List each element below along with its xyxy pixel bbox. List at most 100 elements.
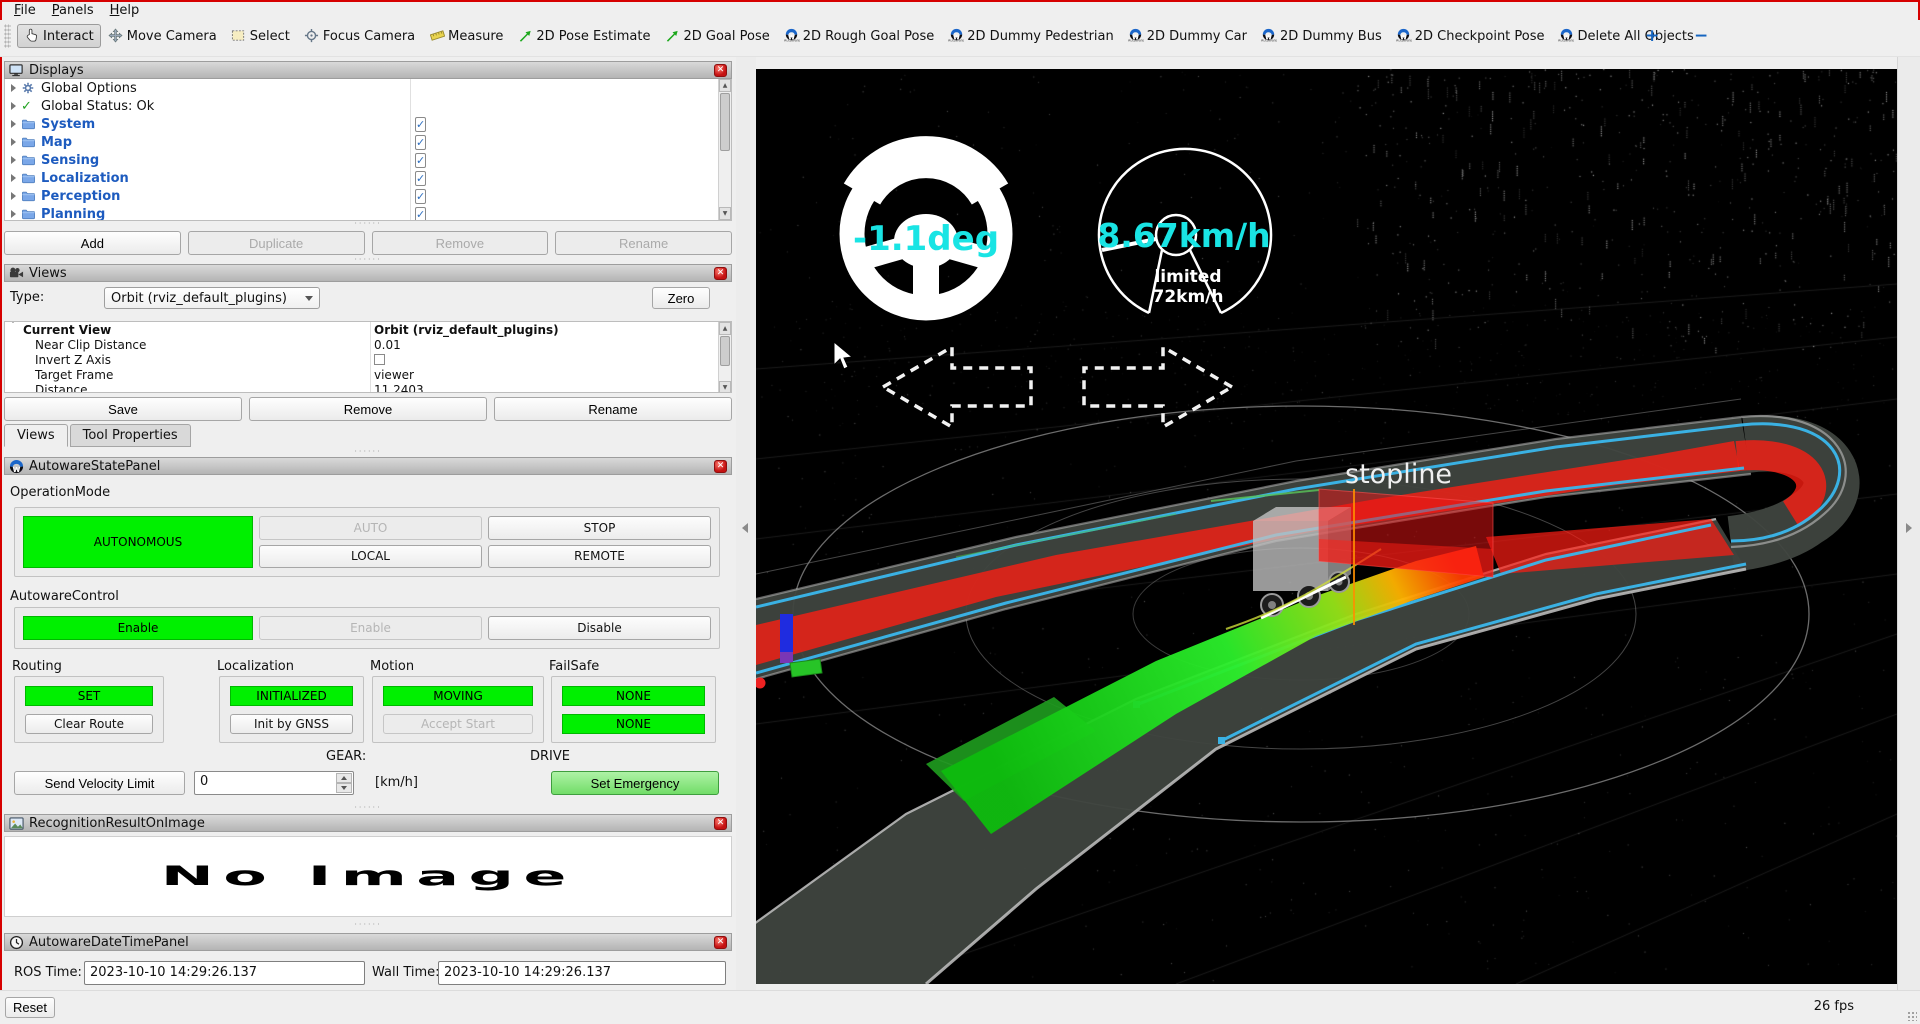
expander-icon[interactable] [5, 138, 21, 146]
zero-button[interactable]: Zero [652, 287, 710, 309]
expander-icon[interactable] [5, 174, 21, 182]
send-velocity-limit-button[interactable]: Send Velocity Limit [14, 771, 185, 795]
spin-up-icon[interactable] [336, 773, 352, 783]
tool-2d-dummy-pedestrian[interactable]: WAutoware2D Dummy Pedestrian [941, 24, 1120, 48]
tab-views[interactable]: Views [4, 424, 68, 447]
reset-button[interactable]: Reset [5, 997, 55, 1018]
expander-icon[interactable] [5, 120, 21, 128]
accept-start-button[interactable]: Accept Start [383, 714, 533, 734]
menu-item-file[interactable]: File [6, 2, 44, 19]
tool-move-camera[interactable]: Move Camera [101, 24, 224, 48]
enable-button[interactable]: Enable [259, 616, 482, 640]
close-icon[interactable]: ✕ [714, 936, 727, 949]
enable-button[interactable]: Enable [23, 616, 253, 640]
ros-time-field[interactable]: 2023-10-10 14:29:26.137 [84, 961, 365, 985]
tree-row-map[interactable]: Map✓ [5, 133, 731, 151]
scrollbar-thumb[interactable] [720, 336, 730, 366]
add-button[interactable]: Add [4, 231, 181, 255]
tool-interact[interactable]: Interact [17, 24, 101, 48]
expander-icon[interactable] [5, 156, 21, 164]
autonomous-button[interactable]: AUTONOMOUS [23, 516, 253, 568]
clear-route-button[interactable]: Clear Route [25, 714, 153, 734]
tool-delete-all-objects[interactable]: WAutowareDelete All Objects [1552, 24, 1701, 48]
rename-button[interactable]: Rename [555, 231, 732, 255]
expander-icon[interactable] [5, 84, 21, 92]
init-by-gnss-button[interactable]: Init by GNSS [230, 714, 353, 734]
set-emergency-button[interactable]: Set Emergency [551, 771, 719, 795]
display-checkbox[interactable]: ✓ [415, 153, 426, 168]
collapse-left-icon[interactable] [742, 523, 748, 533]
tool-2d-pose-estimate[interactable]: 2D Pose Estimate [510, 24, 657, 48]
splitter-handle[interactable] [4, 450, 732, 456]
display-checkbox[interactable]: ✓ [415, 135, 426, 150]
tree-row-perception[interactable]: Perception✓ [5, 187, 731, 205]
state-panel-titlebar[interactable]: W AutowareStatePanel ✕ [4, 457, 732, 475]
tool-2d-checkpoint-pose[interactable]: WAutoware2D Checkpoint Pose [1389, 24, 1552, 48]
remove-tool-button[interactable]: − [1694, 26, 1708, 46]
wall-time-field[interactable]: 2023-10-10 14:29:26.137 [438, 961, 726, 985]
tool-2d-goal-pose[interactable]: 2D Goal Pose [657, 24, 776, 48]
scroll-up-icon[interactable]: ▲ [719, 322, 731, 335]
display-checkbox[interactable]: ✓ [415, 117, 426, 132]
tool-2d-rough-goal-pose[interactable]: WAutoware2D Rough Goal Pose [777, 24, 942, 48]
datetime-panel-titlebar[interactable]: AutowareDateTimePanel ✕ [4, 933, 732, 951]
displays-scrollbar[interactable]: ▲ ▼ [718, 79, 731, 220]
remove-view-button[interactable]: Remove [249, 397, 487, 421]
recognition-panel-titlebar[interactable]: RecognitionResultOnImage ✕ [4, 814, 732, 832]
scroll-down-icon[interactable]: ▼ [719, 207, 731, 220]
tool-focus-camera[interactable]: Focus Camera [297, 24, 422, 48]
expander-icon[interactable] [5, 210, 21, 218]
add-tool-button[interactable]: + [1645, 26, 1659, 46]
property-row-distance[interactable]: Distance11.2403 [5, 382, 731, 393]
splitter-handle[interactable] [4, 923, 732, 929]
resize-grip[interactable] [1907, 1011, 1917, 1021]
spin-down-icon[interactable] [336, 783, 352, 793]
displays-panel-titlebar[interactable]: Displays ✕ [4, 61, 732, 79]
tool-2d-dummy-bus[interactable]: WAutoware2D Dummy Bus [1254, 24, 1389, 48]
velocity-spinbox[interactable]: 0 [194, 771, 354, 795]
menu-item-help[interactable]: Help [102, 2, 148, 19]
scroll-down-icon[interactable]: ▼ [719, 381, 731, 393]
tree-row-localization[interactable]: Localization✓ [5, 169, 731, 187]
display-checkbox[interactable]: ✓ [415, 189, 426, 204]
auto-button[interactable]: AUTO [259, 516, 482, 540]
view-type-dropdown[interactable]: Orbit (rviz_default_plugins) [104, 287, 320, 309]
tab-tool-properties[interactable]: Tool Properties [70, 424, 191, 447]
close-icon[interactable]: ✕ [714, 817, 727, 830]
views-panel-titlebar[interactable]: Views ✕ [4, 264, 732, 282]
property-row-invert-z-axis[interactable]: Invert Z Axis [5, 352, 731, 367]
expander-icon[interactable] [5, 192, 21, 200]
toolbar-grip[interactable] [4, 24, 11, 48]
save-view-button[interactable]: Save [4, 397, 242, 421]
panel-splitter[interactable] [736, 57, 756, 990]
tree-row-global-options[interactable]: Global Options [5, 79, 731, 97]
expander-icon[interactable] [9, 323, 17, 337]
tree-row-system[interactable]: System✓ [5, 115, 731, 133]
right-dock-strip[interactable] [1897, 57, 1920, 990]
rename-view-button[interactable]: Rename [494, 397, 732, 421]
close-icon[interactable]: ✕ [714, 267, 727, 280]
property-row-near-clip-distance[interactable]: Near Clip Distance0.01 [5, 337, 731, 352]
close-icon[interactable]: ✕ [714, 64, 727, 77]
expander-icon[interactable] [5, 102, 21, 110]
views-scrollbar[interactable]: ▲ ▼ [718, 322, 731, 393]
local-button[interactable]: LOCAL [259, 545, 482, 569]
duplicate-button[interactable]: Duplicate [188, 231, 365, 255]
disable-button[interactable]: Disable [488, 616, 711, 640]
collapse-right-icon[interactable] [1906, 523, 1912, 533]
tool-select[interactable]: Select [224, 24, 297, 48]
property-row-target-frame[interactable]: Target Frameviewer [5, 367, 731, 382]
splitter-handle[interactable] [4, 806, 732, 812]
remove-button[interactable]: Remove [372, 231, 549, 255]
tree-row-global-status-ok[interactable]: ✓Global Status: Ok [5, 97, 731, 115]
stop-button[interactable]: STOP [488, 516, 711, 540]
close-icon[interactable]: ✕ [714, 460, 727, 473]
property-row-current-view[interactable]: Current ViewOrbit (rviz_default_plugins) [5, 322, 731, 337]
tool-2d-dummy-car[interactable]: WAutoware2D Dummy Car [1121, 24, 1254, 48]
tool-measure[interactable]: Measure [422, 24, 510, 48]
property-checkbox[interactable] [374, 354, 385, 365]
display-checkbox[interactable]: ✓ [415, 207, 426, 221]
3d-viewport[interactable]: stopline -1.1deg 8.67km/h limited [756, 69, 1897, 984]
remote-button[interactable]: REMOTE [488, 545, 711, 569]
display-checkbox[interactable]: ✓ [415, 171, 426, 186]
